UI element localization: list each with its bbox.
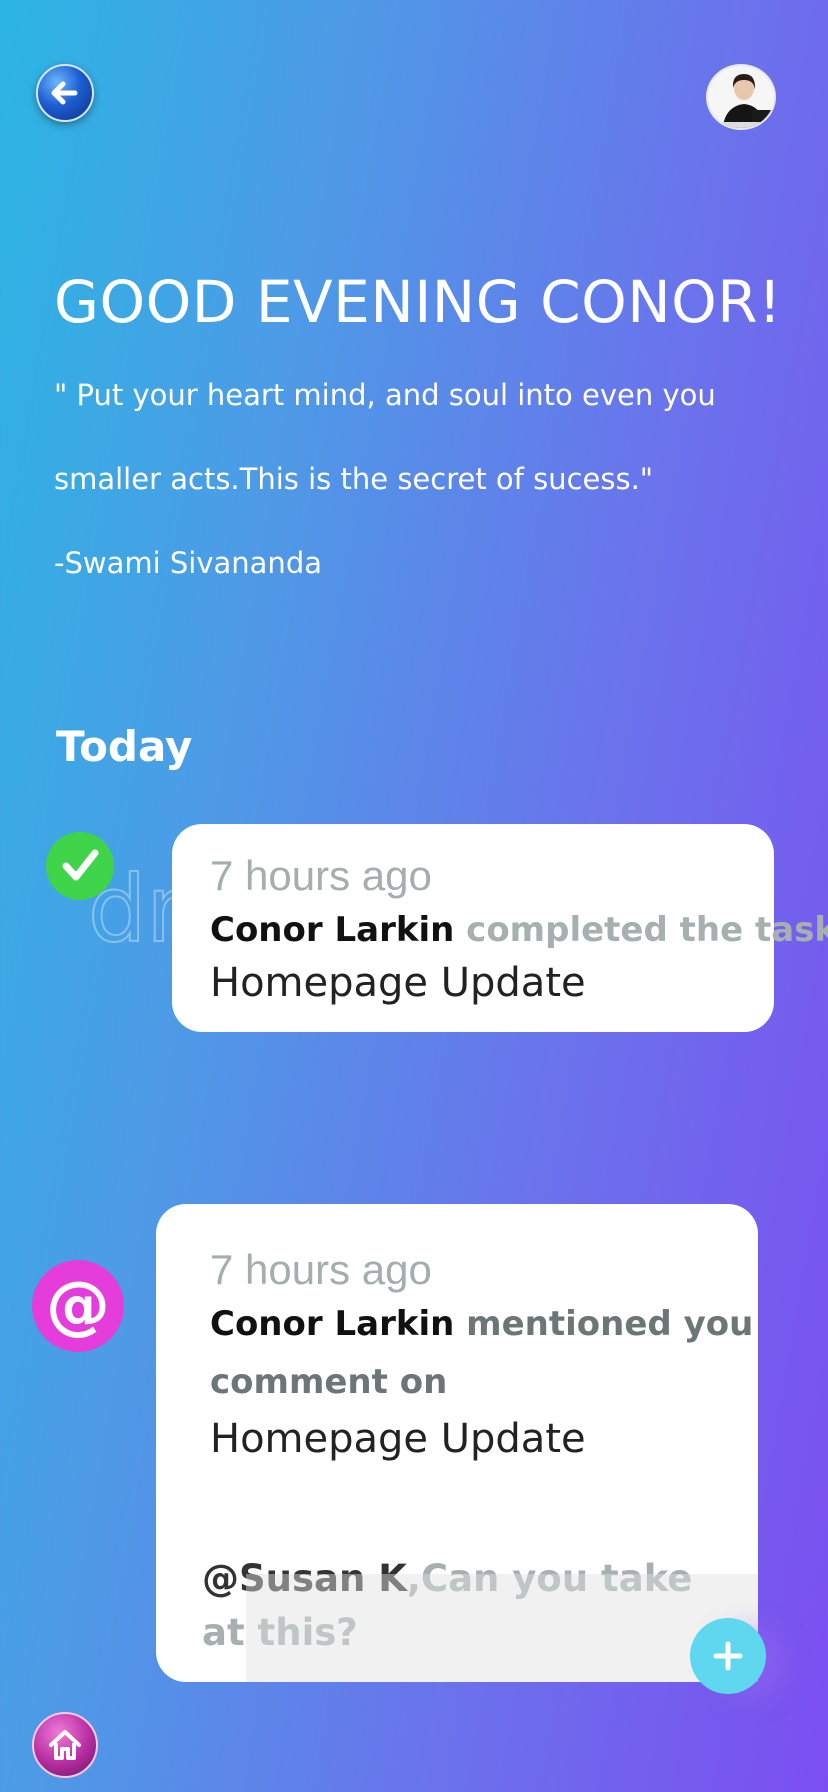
quote-author: -Swami Sivananda — [54, 546, 322, 580]
activity-actor[interactable]: Conor Larkin — [210, 910, 454, 950]
quote-line-2: smaller acts.This is the secret of suces… — [54, 462, 654, 496]
plus-icon — [713, 1641, 743, 1671]
activity-time: 7 hours ago — [210, 1246, 432, 1293]
check-icon — [46, 832, 114, 900]
activity-description-continued: comment on — [210, 1362, 447, 1402]
activity-action-continued: comment on — [210, 1362, 448, 1402]
activity-task-link[interactable]: Homepage Update — [210, 960, 586, 1006]
greeting-title: GOOD EVENING CONOR! — [54, 268, 782, 336]
back-button[interactable] — [36, 64, 94, 122]
home-icon — [49, 1730, 81, 1760]
activity-description: Conor Larkin mentioned you in a — [210, 1304, 758, 1344]
comment-overlay — [246, 1574, 758, 1682]
quote-line-1: " Put your heart mind, and soul into eve… — [54, 378, 716, 412]
activity-card[interactable]: 7 hours ago Conor Larkin completed the t… — [172, 824, 828, 1032]
arrow-left-icon — [51, 81, 78, 105]
activity-description: Conor Larkin completed the task — [210, 910, 828, 950]
activity-task-link[interactable]: Homepage Update — [210, 1416, 586, 1462]
activity-actor[interactable]: Conor Larkin — [210, 1304, 454, 1344]
home-button[interactable] — [32, 1712, 98, 1778]
activity-time: 7 hours ago — [210, 852, 432, 899]
add-button[interactable] — [690, 1618, 766, 1694]
at-icon: @ — [32, 1260, 124, 1352]
user-avatar-icon — [708, 66, 774, 128]
activity-action: completed the task — [454, 910, 828, 950]
section-title-today: Today — [56, 722, 193, 771]
activity-action: mentioned you in a — [466, 1304, 758, 1344]
avatar[interactable] — [706, 64, 776, 130]
